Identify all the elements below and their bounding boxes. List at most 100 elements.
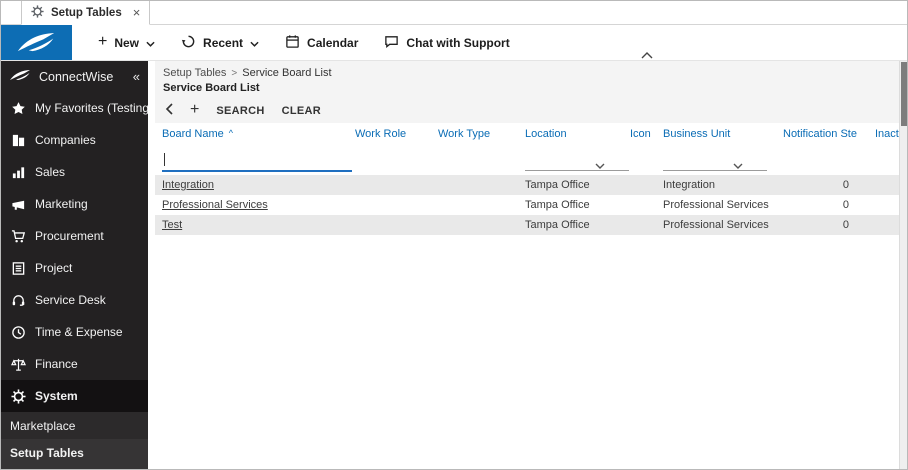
- sidebar-item-label: Companies: [35, 133, 96, 147]
- sidebar-item-sales[interactable]: Sales: [0, 156, 148, 188]
- sidebar-item-label: Procurement: [35, 229, 104, 243]
- column-icon[interactable]: Icon: [630, 128, 663, 140]
- board-link[interactable]: Test: [162, 219, 182, 231]
- column-location[interactable]: Location: [525, 128, 630, 140]
- cart-icon: [10, 229, 26, 244]
- add-icon[interactable]: +: [190, 102, 199, 118]
- board-name-filter-input[interactable]: [162, 148, 352, 172]
- new-label: New: [114, 35, 140, 50]
- column-label: Board Name: [162, 128, 224, 140]
- chevron-down-icon: [733, 156, 743, 174]
- breadcrumb: Setup Tables > Service Board List: [155, 67, 899, 79]
- location-filter-select[interactable]: [525, 149, 629, 171]
- sidebar-item-label: System: [35, 389, 78, 403]
- chat-icon: [384, 34, 399, 52]
- cell-location: Tampa Office: [525, 219, 590, 231]
- sidebar-item-system[interactable]: System: [0, 380, 148, 412]
- clear-button[interactable]: CLEAR: [282, 105, 321, 117]
- breadcrumb-setup-tables[interactable]: Setup Tables: [163, 67, 226, 79]
- clock-icon: [10, 325, 26, 340]
- browser-tabbar: Setup Tables ×: [0, 0, 908, 25]
- table-row: Integration Tampa Office Integration 0: [155, 175, 899, 195]
- headset-icon: [10, 293, 26, 308]
- megaphone-icon: [10, 197, 26, 212]
- sidebar-item-label: Service Desk: [35, 293, 106, 307]
- breadcrumb-current: Service Board List: [242, 67, 332, 79]
- board-link[interactable]: Integration: [162, 179, 214, 191]
- sidebar-item-connectwise[interactable]: ConnectWise «: [0, 61, 148, 92]
- sidebar-item-label: Project: [35, 261, 73, 275]
- sidebar-item-label: Setup Tables: [10, 445, 84, 460]
- recent-menu[interactable]: Recent: [181, 34, 259, 52]
- sidebar-item-marketplace[interactable]: Marketplace: [0, 412, 148, 439]
- sidebar-filler: [0, 466, 148, 470]
- chevron-down-icon: [595, 156, 605, 174]
- board-link[interactable]: Professional Services: [162, 199, 268, 211]
- sidebar-item-marketing[interactable]: Marketing: [0, 188, 148, 220]
- column-inactive[interactable]: Inactive: [857, 128, 899, 140]
- scrollbar-thumb[interactable]: [900, 62, 908, 126]
- sidebar-item-my-favorites[interactable]: My Favorites (Testing: [0, 92, 148, 124]
- table-row: Professional Services Tampa Office Profe…: [155, 195, 899, 215]
- table-row: Test Tampa Office Professional Services …: [155, 215, 899, 235]
- close-icon[interactable]: ×: [133, 5, 141, 20]
- column-board-name[interactable]: Board Name ^: [155, 128, 355, 140]
- sidebar-item-time-expense[interactable]: Time & Expense: [0, 316, 148, 348]
- tab-setup-tables[interactable]: Setup Tables ×: [21, 0, 151, 25]
- collapse-sidebar-icon[interactable]: «: [133, 69, 140, 84]
- content-area: Setup Tables > Service Board List Servic…: [155, 61, 899, 470]
- back-icon[interactable]: [165, 102, 173, 120]
- search-button[interactable]: SEARCH: [216, 105, 264, 117]
- new-menu[interactable]: + New: [98, 32, 155, 51]
- collapse-header-chevron-icon[interactable]: [641, 46, 653, 64]
- sidebar-item-procurement[interactable]: Procurement: [0, 220, 148, 252]
- bar-chart-icon: [10, 165, 26, 180]
- cell-location: Tampa Office: [525, 179, 590, 191]
- text-caret: [164, 153, 165, 166]
- list-icon: [10, 261, 26, 276]
- chat-support-button[interactable]: Chat with Support: [384, 34, 510, 52]
- sidebar-brand-label: ConnectWise: [39, 69, 114, 84]
- sidebar-item-setup-tables[interactable]: Setup Tables: [0, 439, 148, 466]
- sidebar-gutter: [148, 61, 155, 470]
- top-toolbar: + New Recent Calendar Chat with Support: [0, 25, 908, 61]
- main-area: ConnectWise « My Favorites (Testing Comp…: [0, 61, 908, 470]
- cell-notification-steps: 0: [842, 179, 849, 191]
- sort-asc-icon: ^: [228, 128, 233, 138]
- calendar-icon: [285, 34, 300, 52]
- history-icon: [181, 34, 196, 52]
- buildings-icon: [10, 133, 26, 148]
- gear-icon: [31, 4, 44, 21]
- cell-business-unit: Professional Services: [663, 199, 769, 211]
- column-work-role[interactable]: Work Role: [355, 128, 438, 140]
- sidebar-item-service-desk[interactable]: Service Desk: [0, 284, 148, 316]
- cell-business-unit: Integration: [663, 179, 715, 191]
- content-header: Setup Tables > Service Board List Servic…: [155, 61, 899, 123]
- sidebar-item-label: Time & Expense: [35, 325, 123, 339]
- filter-row: [155, 145, 899, 175]
- connectwise-icon: [9, 69, 31, 85]
- connectwise-logo[interactable]: [0, 25, 72, 60]
- column-business-unit[interactable]: Business Unit: [663, 128, 771, 140]
- plus-icon: +: [98, 32, 108, 50]
- chevron-down-icon: [250, 36, 259, 50]
- page-title: Service Board List: [163, 82, 260, 94]
- cell-notification-steps: 0: [842, 199, 849, 211]
- sidebar: ConnectWise « My Favorites (Testing Comp…: [0, 61, 148, 470]
- table-header: Board Name ^ Work Role Work Type Location…: [155, 123, 899, 145]
- sidebar-item-project[interactable]: Project: [0, 252, 148, 284]
- cell-notification-steps: 0: [842, 219, 849, 231]
- column-notification-steps[interactable]: Notification Steps: [771, 128, 857, 140]
- sidebar-item-label: Sales: [35, 165, 66, 179]
- sidebar-item-label: Marketplace: [10, 418, 76, 433]
- action-bar: + SEARCH CLEAR: [155, 98, 899, 124]
- breadcrumb-separator: >: [231, 67, 238, 79]
- gear-icon: [10, 388, 26, 404]
- sidebar-item-finance[interactable]: Finance: [0, 348, 148, 380]
- column-work-type[interactable]: Work Type: [438, 128, 525, 140]
- chevron-down-icon: [146, 36, 155, 50]
- sidebar-item-companies[interactable]: Companies: [0, 124, 148, 156]
- vertical-scrollbar[interactable]: [899, 61, 908, 470]
- calendar-button[interactable]: Calendar: [285, 34, 358, 52]
- business-unit-filter-select[interactable]: [663, 149, 767, 171]
